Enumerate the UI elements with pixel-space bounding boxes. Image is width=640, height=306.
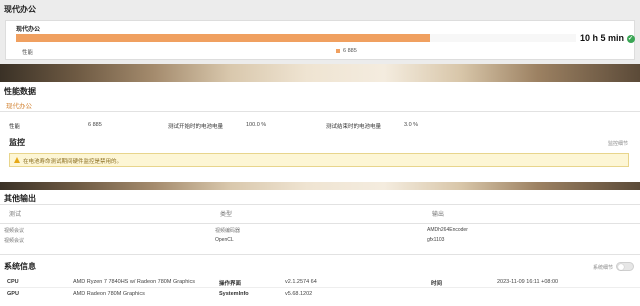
table-cell-type: 视频编码器 — [215, 228, 241, 234]
sys-label-time: 时间 — [431, 281, 443, 287]
perf-title: 性能数据 — [4, 87, 36, 96]
background-image — [0, 182, 640, 190]
table-cell-output: gfx1103 — [427, 237, 445, 243]
monitor-warning: 在电池寿命测试期间硬件监控是禁用的。 — [9, 153, 629, 167]
divider — [0, 287, 640, 288]
score-panel: 现代办公 现代办公 10 h 5 min ✓ 性能 6 885 — [0, 0, 640, 64]
warning-text: 在电池寿命测试期间硬件监控是禁用的。 — [23, 159, 123, 165]
warning-icon — [14, 157, 20, 163]
card-title: 现代办公 — [16, 27, 41, 33]
sys-label-gpu: GPU — [7, 291, 19, 297]
col-header-type: 类型 — [220, 212, 233, 218]
sys-value-interface: v2.1.2574 64 — [285, 279, 317, 285]
system-details-toggle-label: 系统细节 — [593, 265, 614, 271]
table-cell-output: AMDh264Encoder — [427, 227, 468, 233]
perf-label-battery-start: 测试开始时的电池电量 — [168, 124, 224, 130]
perf-subtitle: 现代办公 — [6, 103, 32, 110]
system-details-toggle[interactable] — [616, 262, 634, 271]
monitor-details-link[interactable]: 监控细节 — [608, 140, 628, 147]
legend-label: 性能 — [22, 50, 34, 56]
score-bar-track — [16, 34, 576, 42]
score-value: 10 h 5 min ✓ — [580, 33, 635, 43]
perf-value-battery-start: 100.0 % — [246, 122, 267, 128]
sysinfo-title: 系统信息 — [4, 262, 36, 271]
perf-value-battery-end: 3.0 % — [404, 122, 419, 128]
legend-swatch — [336, 49, 340, 53]
other-title: 其他输出 — [4, 194, 36, 203]
divider — [0, 111, 640, 112]
background-image — [0, 64, 640, 82]
col-header-test: 测试 — [9, 212, 22, 218]
sys-value-systeminfo: v5.68.1202 — [285, 291, 313, 297]
sys-value-time: 2023-11-09 16:11 +08:00 — [497, 279, 559, 285]
perf-label-battery-end: 测试结束时的电池电量 — [326, 124, 382, 130]
sys-value-cpu: AMD Ryzen 7 7840HS w/ Radeon 780M Graphi… — [73, 279, 195, 285]
perf-value-score: 6 885 — [88, 122, 102, 128]
table-cell-type: OpenCL — [215, 237, 234, 243]
sys-label-systeminfo: SystemInfo — [219, 291, 249, 297]
sys-value-gpu: AMD Radeon 780M Graphics — [73, 291, 145, 297]
score-bar-fill — [16, 34, 431, 42]
panel-title: 现代办公 — [4, 5, 36, 14]
sys-label-interface: 操作界面 — [219, 281, 242, 287]
score-card: 现代办公 10 h 5 min ✓ 性能 6 885 — [5, 20, 635, 60]
table-cell-test: 视频会议 — [4, 228, 25, 234]
col-header-output: 输出 — [432, 212, 445, 218]
divider — [0, 223, 640, 224]
perf-section: 性能数据 现代办公 性能 6 885 测试开始时的电池电量 100.0 % 测试… — [0, 82, 640, 182]
table-cell-test: 视频会议 — [4, 238, 25, 244]
divider — [0, 204, 640, 205]
other-section: 其他输出 测试 类型 输出 视频会议 视频编码器 AMDh264Encoder … — [0, 190, 640, 254]
sys-label-cpu: CPU — [7, 279, 19, 285]
sysinfo-section: 系统信息 系统细节 CPU AMD Ryzen 7 7840HS w/ Rade… — [0, 254, 640, 306]
legend-value: 6 885 — [343, 48, 357, 54]
toggle-knob — [618, 264, 624, 270]
monitor-title: 监控 — [9, 138, 25, 147]
divider — [0, 254, 640, 255]
perf-label-score: 性能 — [9, 124, 21, 130]
check-circle-icon: ✓ — [626, 34, 635, 43]
score-text: 10 h 5 min — [580, 33, 625, 43]
